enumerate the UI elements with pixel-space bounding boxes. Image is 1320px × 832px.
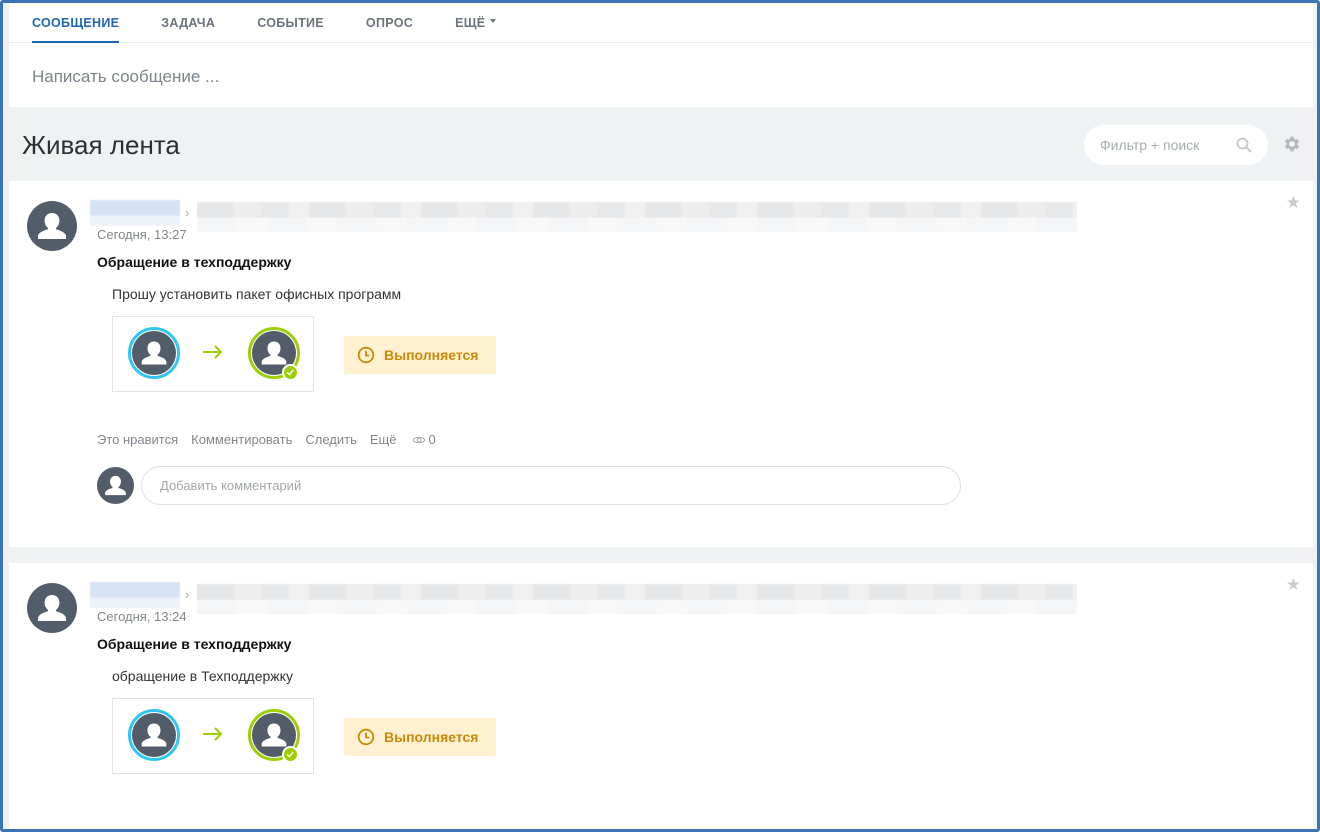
recipients-redacted-shadow	[197, 218, 1077, 232]
tab-task-label: ЗАДАЧА	[161, 15, 216, 30]
tab-event[interactable]: СОБЫТИЕ	[257, 3, 324, 42]
post-text: обращение в Техподдержку	[112, 668, 293, 684]
author-name-redacted[interactable]	[90, 582, 180, 608]
star-icon[interactable]: ★	[1286, 575, 1301, 595]
feed-post: › ★ Сегодня, 13:24 Обращение в техподдер…	[9, 563, 1313, 829]
user-avatar-icon	[97, 467, 134, 504]
recipients-redacted	[197, 202, 1077, 218]
clock-icon	[357, 346, 375, 364]
tab-poll[interactable]: ОПРОС	[366, 3, 413, 42]
tab-message[interactable]: СООБЩЕНИЕ	[32, 3, 120, 43]
feed-post: › ★ Сегодня, 13:27 Обращение в техподдер…	[9, 181, 1313, 547]
filter-placeholder: Фильтр + поиск	[1100, 137, 1200, 153]
filter-search-input[interactable]: Фильтр + поиск	[1084, 125, 1268, 165]
tab-task[interactable]: ЗАДАЧА	[161, 3, 215, 42]
check-icon	[282, 746, 299, 763]
task-status-badge[interactable]: Выполняется	[344, 718, 496, 756]
tab-poll-label: ОПРОС	[365, 15, 414, 30]
comment-input[interactable]: Добавить комментарий	[141, 466, 961, 505]
page-title: Живая лента	[22, 130, 180, 160]
recipients-redacted-shadow	[197, 600, 1077, 614]
tab-event-label: СОБЫТИЕ	[257, 15, 324, 30]
arrow-right-icon	[203, 345, 223, 359]
chevron-right-icon: ›	[185, 587, 190, 602]
comment-placeholder: Добавить комментарий	[160, 478, 302, 493]
tab-more[interactable]: ЕЩЁ	[455, 3, 497, 42]
post-title: Обращение в техподдержку	[97, 254, 292, 270]
post-composer: СООБЩЕНИЕ ЗАДАЧА СОБЫТИЕ ОПРОС ЕЩЁ Напис…	[9, 3, 1313, 107]
star-icon[interactable]: ★	[1286, 193, 1301, 213]
check-icon	[282, 364, 299, 381]
app-frame: СООБЩЕНИЕ ЗАДАЧА СОБЫТИЕ ОПРОС ЕЩЁ Напис…	[0, 0, 1320, 832]
task-status-label: Выполняется	[384, 729, 479, 745]
task-flow	[112, 316, 314, 392]
post-time[interactable]: Сегодня, 13:27	[97, 227, 187, 242]
user-avatar-icon	[132, 713, 176, 757]
post-actions: Это нравится Комментировать Следить Ещё …	[97, 432, 436, 447]
post-title: Обращение в техподдержку	[97, 636, 292, 652]
post-text: Прошу установить пакет офисных программ	[112, 286, 402, 302]
views-count: 0	[428, 432, 436, 447]
like-link[interactable]: Это нравится	[97, 432, 178, 447]
task-creator[interactable]	[128, 709, 180, 761]
more-link[interactable]: Ещё	[370, 432, 397, 447]
task-creator[interactable]	[128, 327, 180, 379]
author-name-redacted[interactable]	[90, 200, 180, 226]
user-avatar-icon	[132, 331, 176, 375]
recipients-redacted	[197, 584, 1077, 600]
chevron-right-icon: ›	[185, 205, 190, 220]
tab-more-label: ЕЩЁ	[455, 15, 486, 30]
task-status-badge[interactable]: Выполняется	[344, 336, 496, 374]
eye-icon	[412, 436, 427, 443]
tab-message-label: СООБЩЕНИЕ	[32, 15, 120, 30]
clock-icon	[357, 728, 375, 746]
post-time[interactable]: Сегодня, 13:24	[97, 609, 187, 624]
composer-tabs: СООБЩЕНИЕ ЗАДАЧА СОБЫТИЕ ОПРОС ЕЩЁ	[9, 3, 1313, 43]
task-flow	[112, 698, 314, 774]
follow-link[interactable]: Следить	[305, 432, 357, 447]
task-status-label: Выполняется	[384, 347, 479, 363]
views-counter[interactable]: 0	[412, 432, 436, 447]
search-icon[interactable]	[1236, 137, 1252, 153]
message-input[interactable]: Написать сообщение ...	[32, 67, 219, 87]
comment-link[interactable]: Комментировать	[191, 432, 292, 447]
gear-icon[interactable]	[1282, 134, 1302, 154]
user-avatar-icon[interactable]	[27, 583, 77, 633]
arrow-right-icon	[203, 727, 223, 741]
user-avatar-icon[interactable]	[27, 201, 77, 251]
chevron-down-icon	[490, 18, 497, 23]
